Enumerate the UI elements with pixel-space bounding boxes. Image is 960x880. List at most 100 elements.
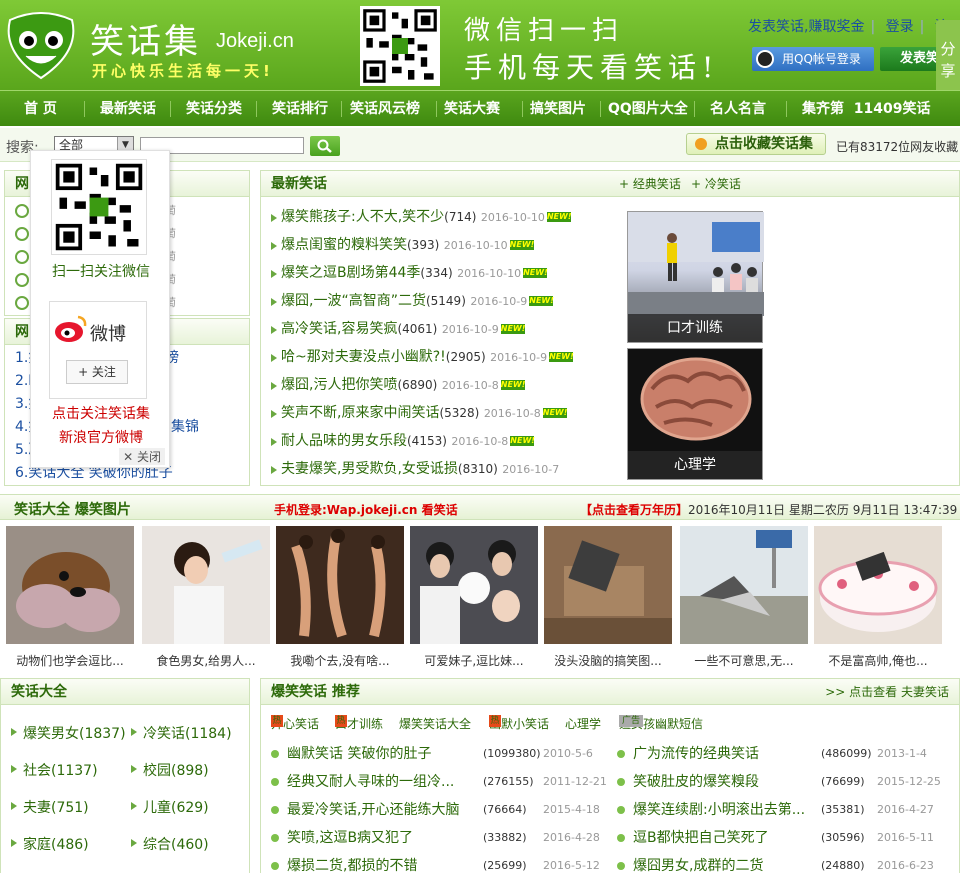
joke-item[interactable]: 爆囧,污人把你笑喷(6890) 2016-10-8 NEW!	[269, 371, 619, 399]
recommend-item-title: 经典又耐人寻味的一组冷...	[287, 774, 455, 790]
picture-caption[interactable]: 没头没脑的搞笑图...	[542, 652, 674, 669]
nav-qq-pics[interactable]: QQ图片大全	[608, 91, 688, 127]
joke-item[interactable]: 笑声不断,原来家中闹笑话(5328) 2016-10-8 NEW!	[269, 399, 619, 427]
logo-domain[interactable]: Jokeji.cn	[216, 30, 294, 53]
recommend-item[interactable]: 幽默笑话 笑破你的肚子 (1099380) 2010-5-6	[271, 740, 611, 768]
mobile-login-text[interactable]: 手机登录:Wap.jokeji.cn 看笑话	[274, 501, 458, 518]
arrow-icon	[131, 802, 137, 810]
nav-funny-pics[interactable]: 搞笑图片	[530, 91, 586, 127]
category-item[interactable]: 家庭(486)	[11, 834, 89, 854]
recommend-item-title: 最爱冷笑话,开心还能练大脑	[287, 802, 460, 818]
hot-badge: 热	[271, 715, 283, 727]
category-item[interactable]: 儿童(629)	[131, 797, 209, 817]
nav-home[interactable]: 首 页	[24, 91, 57, 127]
strip-title[interactable]: 笑话大全 爆笑图片	[14, 499, 131, 519]
recommend-item-title: 笑破肚皮的爆笑糗段	[633, 774, 759, 790]
recommend-item[interactable]: 爆笑连续剧:小明滚出去第... (35381) 2016-4-27	[617, 796, 957, 824]
popup-close-button[interactable]: ✕ 关闭	[119, 448, 165, 465]
nav-quotes[interactable]: 名人名言	[710, 91, 766, 127]
bullet-icon	[271, 862, 279, 870]
picture-thumb[interactable]	[814, 526, 942, 644]
joke-item[interactable]: 夫妻爆笑,男受欺负,女受诋损(8310) 2016-10-7	[269, 455, 619, 483]
joke-date: 2016-10-10	[480, 211, 545, 224]
cold-jokes-link[interactable]: + 冷笑话	[691, 171, 741, 197]
clock-icon	[15, 250, 29, 264]
nav-separator	[84, 101, 85, 117]
picture-thumb[interactable]	[142, 526, 270, 644]
category-item[interactable]: 综合(460)	[131, 834, 209, 854]
joke-views: (6890)	[397, 378, 438, 392]
category-item[interactable]: 校园(898)	[131, 760, 209, 780]
new-badge: NEW!	[509, 240, 535, 250]
picture-thumb[interactable]	[6, 526, 134, 644]
main-nav: 首 页 最新笑话 笑话分类 笑话排行 笑话风云榜 笑话大赛 搞笑图片 QQ图片大…	[0, 90, 960, 126]
recommend-item[interactable]: 爆损二货,都损的不错 (25699) 2016-5-12	[271, 852, 611, 880]
bullet-icon	[271, 298, 277, 306]
nav-separator	[170, 101, 171, 117]
picture-caption[interactable]: 动物们也学会逗比...	[4, 652, 136, 669]
recommend-item[interactable]: 笑喷,这逗B病又犯了 (33882) 2016-4-28	[271, 824, 611, 852]
new-badge: NEW!	[529, 296, 554, 306]
nav-ranking[interactable]: 笑话排行	[272, 91, 328, 127]
nav-chart[interactable]: 笑话风云榜	[350, 91, 420, 127]
recommend-item-views: (30596)	[821, 831, 865, 844]
eloquence-training-ad[interactable]: 口才训练	[627, 211, 764, 343]
picture-caption[interactable]: 一些不可意思,无...	[678, 652, 810, 669]
wechat-follow-caption[interactable]: 扫一扫关注微信	[31, 261, 171, 281]
tag-label: 心理学	[565, 717, 602, 731]
logo-title[interactable]: 笑话集	[90, 14, 201, 63]
recommend-item[interactable]: 逗B都快把自己笑死了 (30596) 2016-5-11	[617, 824, 957, 852]
weibo-caption-2[interactable]: 新浪官方微博	[31, 427, 171, 447]
nav-contest[interactable]: 笑话大赛	[444, 91, 500, 127]
weibo-card[interactable]: 微博 + 关注	[49, 301, 147, 399]
picture-thumb[interactable]	[276, 526, 404, 644]
nav-categories[interactable]: 笑话分类	[186, 91, 242, 127]
logo-icon[interactable]	[4, 12, 78, 80]
joke-item[interactable]: 哈~那对夫妻没点小幽默?!(2905) 2016-10-9 NEW!	[269, 343, 619, 371]
login-link[interactable]: 登录	[886, 19, 914, 35]
category-item[interactable]: 爆笑男女(1837)	[11, 723, 126, 743]
picture-thumb[interactable]	[680, 526, 808, 644]
picture-thumb[interactable]	[410, 526, 538, 644]
joke-title: 夫妻爆笑,男受欺负,女受诋损	[281, 461, 458, 477]
weibo-follow-button[interactable]: + 关注	[66, 360, 128, 384]
psychology-ad[interactable]: 心理学	[627, 348, 763, 480]
weibo-caption-1[interactable]: 点击关注笑话集	[31, 403, 171, 423]
joke-item[interactable]: 爆笑之逗B剧场第44季(334) 2016-10-10 NEW!	[269, 259, 619, 287]
calendar-link[interactable]: 【点击查看万年历】	[580, 501, 688, 518]
category-label: 综合(460)	[143, 837, 209, 853]
bullet-icon	[271, 270, 277, 278]
recommend-item[interactable]: 经典又耐人寻味的一组冷... (276155) 2011-12-21	[271, 768, 611, 796]
recommend-item[interactable]: 最爱冷笑话,开心还能练大脑 (76664) 2015-4-18	[271, 796, 611, 824]
joke-item[interactable]: 高冷笑话,容易笑疯(4061) 2016-10-9 NEW!	[269, 315, 619, 343]
favorite-button[interactable]: 点击收藏笑话集	[686, 133, 826, 155]
joke-item[interactable]: 耐人品味的男女乐段(4153) 2016-10-8 NEW!	[269, 427, 619, 455]
categories-box: 笑话大全 爆笑男女(1837) 冷笑话(1184) 社会(1137) 校园(89…	[0, 678, 250, 873]
view-couple-jokes-link[interactable]: >> 点击查看 夫妻笑话	[825, 679, 949, 705]
nav-latest[interactable]: 最新笑话	[100, 91, 156, 127]
recommend-item[interactable]: 笑破肚皮的爆笑糗段 (76699) 2015-12-25	[617, 768, 957, 796]
picture-caption[interactable]: 我嘞个去,没有啥...	[274, 652, 406, 669]
joke-date: 2016-10-9	[441, 323, 499, 336]
arrow-icon	[11, 802, 17, 810]
joke-date: 2016-10-9	[470, 295, 528, 308]
picture-thumb[interactable]	[544, 526, 672, 644]
picture-caption[interactable]: 可爱妹子,逗比妹...	[408, 652, 540, 669]
recommend-item[interactable]: 爆囧男女,成群的二货 (24880) 2016-6-23	[617, 852, 957, 880]
picture-caption[interactable]: 不是富高帅,俺也...	[812, 652, 944, 669]
category-label: 儿童(629)	[143, 800, 209, 816]
joke-date: 2016-10-10	[443, 239, 508, 252]
picture-caption[interactable]: 食色男女,给男人...	[140, 652, 272, 669]
post-earn-link[interactable]: 发表笑话,赚取奖金	[748, 19, 864, 35]
category-item[interactable]: 夫妻(751)	[11, 797, 89, 817]
joke-item[interactable]: 爆笑熊孩子:人不大,笑不少(714) 2016-10-10 NEW!	[269, 203, 619, 231]
joke-item[interactable]: 爆囧,一波“高智商”二货(5149) 2016-10-9 NEW!	[269, 287, 619, 315]
category-item[interactable]: 冷笑话(1184)	[131, 723, 232, 743]
search-button[interactable]	[310, 136, 340, 156]
qq-login-button[interactable]: 用QQ帐号登录	[752, 47, 874, 71]
category-item[interactable]: 社会(1137)	[11, 760, 98, 780]
joke-item[interactable]: 爆点闺蜜的糗料笑笑(393) 2016-10-10 NEW!	[269, 231, 619, 259]
bullet-icon	[271, 326, 277, 334]
recommend-item[interactable]: 广为流传的经典笑话 (486099) 2013-1-4	[617, 740, 957, 768]
classic-jokes-link[interactable]: + 经典笑话	[619, 171, 681, 197]
